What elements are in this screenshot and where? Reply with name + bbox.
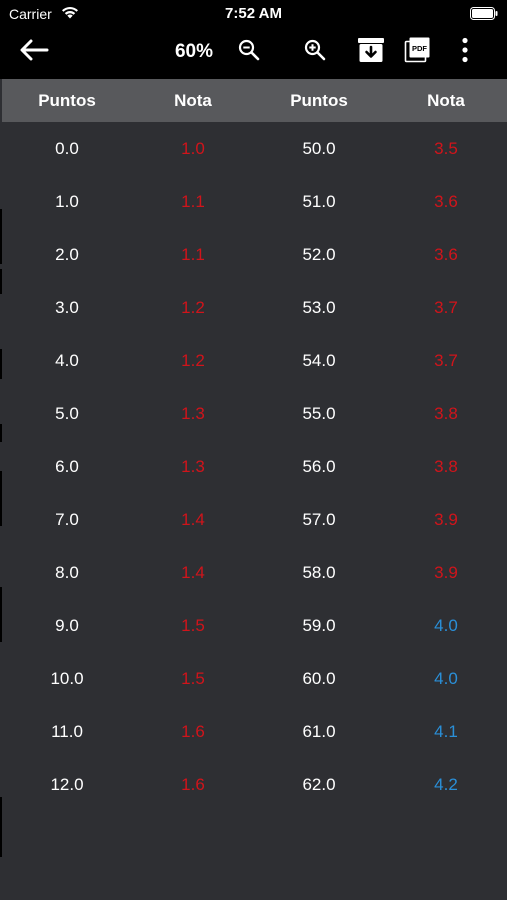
puntos-cell: 5.0 [55, 404, 79, 423]
puntos-cell: 53.0 [302, 298, 336, 317]
nota-cell: 1.5 [181, 669, 205, 688]
puntos-cell: 50.0 [302, 139, 336, 158]
table-header: Puntos Nota Puntos Nota [2, 79, 507, 122]
pdf-button[interactable]: PDF [401, 36, 435, 68]
puntos-cell: 0.0 [55, 139, 79, 158]
table-row: 2.0 1.1 52.0 3.6 [2, 228, 507, 281]
back-button[interactable] [14, 36, 54, 68]
nota-cell: 3.5 [434, 139, 458, 158]
table-body: 0.0 1.0 50.0 3.5 1.0 1.1 51.0 3.6 2.0 1.1 52.0 3.6 3… [2, 122, 507, 811]
puntos-cell: 4.0 [55, 351, 79, 370]
nota-cell: 1.1 [181, 245, 205, 264]
nota-cell: 1.2 [181, 298, 205, 317]
puntos-cell: 51.0 [302, 192, 336, 211]
nota-cell: 1.2 [181, 351, 205, 370]
puntos-cell: 58.0 [302, 563, 336, 582]
table-row: 8.0 1.4 58.0 3.9 [2, 546, 507, 599]
nota-cell: 4.0 [434, 616, 458, 635]
table-row: 0.0 1.0 50.0 3.5 [2, 122, 507, 175]
page-edge [0, 209, 2, 869]
nota-cell: 1.6 [181, 722, 205, 741]
puntos-cell: 62.0 [302, 775, 336, 794]
more-vertical-icon [461, 37, 469, 68]
nota-cell: 1.4 [181, 510, 205, 529]
zoom-in-icon [303, 38, 327, 67]
puntos-cell: 8.0 [55, 563, 79, 582]
puntos-cell: 1.0 [55, 192, 79, 211]
puntos-cell: 52.0 [302, 245, 336, 264]
zoom-out-icon [237, 38, 261, 67]
nota-cell: 1.3 [181, 457, 205, 476]
nota-cell: 1.4 [181, 563, 205, 582]
puntos-cell: 57.0 [302, 510, 336, 529]
puntos-cell: 6.0 [55, 457, 79, 476]
zoom-level-label: 60% [174, 41, 214, 62]
table-row: 1.0 1.1 51.0 3.6 [2, 175, 507, 228]
puntos-cell: 60.0 [302, 669, 336, 688]
nota-cell: 3.7 [434, 351, 458, 370]
nota-cell: 4.1 [434, 722, 458, 741]
nota-cell: 3.7 [434, 298, 458, 317]
header-nota-2: Nota [427, 91, 465, 110]
puntos-cell: 9.0 [55, 616, 79, 635]
puntos-cell: 3.0 [55, 298, 79, 317]
table-row: 7.0 1.4 57.0 3.9 [2, 493, 507, 546]
battery-icon [470, 7, 498, 25]
nota-cell: 3.6 [434, 245, 458, 264]
status-time: 7:52 AM [225, 5, 282, 22]
table-row: 6.0 1.3 56.0 3.8 [2, 440, 507, 493]
puntos-cell: 61.0 [302, 722, 336, 741]
table-row: 11.0 1.6 61.0 4.1 [2, 705, 507, 758]
toolbar: 60% PDF [0, 28, 507, 79]
nota-cell: 3.8 [434, 457, 458, 476]
table-row: 10.0 1.5 60.0 4.0 [2, 652, 507, 705]
puntos-cell: 2.0 [55, 245, 79, 264]
nota-cell: 1.1 [181, 192, 205, 211]
nota-cell: 1.3 [181, 404, 205, 423]
nota-cell: 1.5 [181, 616, 205, 635]
zoom-in-button[interactable] [298, 36, 332, 68]
puntos-cell: 11.0 [51, 722, 83, 741]
pdf-icon: PDF [404, 36, 432, 69]
nota-cell: 1.6 [181, 775, 205, 794]
status-bar: Carrier 7:52 AM [0, 0, 507, 28]
archive-download-icon [357, 36, 385, 69]
puntos-cell: 10.0 [50, 669, 84, 688]
header-puntos-1: Puntos [38, 91, 96, 110]
puntos-cell: 55.0 [302, 404, 336, 423]
table-row: 12.0 1.6 62.0 4.2 [2, 758, 507, 811]
nota-cell: 3.9 [434, 563, 458, 582]
arrow-left-icon [19, 39, 49, 66]
download-button[interactable] [354, 36, 388, 68]
grade-table-view[interactable]: Puntos Nota Puntos Nota 0.0 1.0 50.0 3.5 1.0… [0, 79, 507, 900]
table-row: 9.0 1.5 59.0 4.0 [2, 599, 507, 652]
nota-cell: 4.2 [434, 775, 458, 794]
pdf-icon-label: PDF [412, 44, 427, 53]
puntos-cell: 7.0 [55, 510, 79, 529]
puntos-cell: 59.0 [302, 616, 336, 635]
nota-cell: 3.8 [434, 404, 458, 423]
header-nota-1: Nota [174, 91, 212, 110]
puntos-cell: 54.0 [302, 351, 336, 370]
table-row: 4.0 1.2 54.0 3.7 [2, 334, 507, 387]
nota-cell: 3.9 [434, 510, 458, 529]
nota-cell: 1.0 [181, 139, 205, 158]
puntos-cell: 56.0 [302, 457, 336, 476]
table-row: 3.0 1.2 53.0 3.7 [2, 281, 507, 334]
nota-cell: 4.0 [434, 669, 458, 688]
table-row: 5.0 1.3 55.0 3.8 [2, 387, 507, 440]
more-options-button[interactable] [448, 36, 482, 68]
nota-cell: 3.6 [434, 192, 458, 211]
header-puntos-2: Puntos [290, 91, 348, 110]
zoom-out-button[interactable] [232, 36, 266, 68]
puntos-cell: 12.0 [50, 775, 84, 794]
